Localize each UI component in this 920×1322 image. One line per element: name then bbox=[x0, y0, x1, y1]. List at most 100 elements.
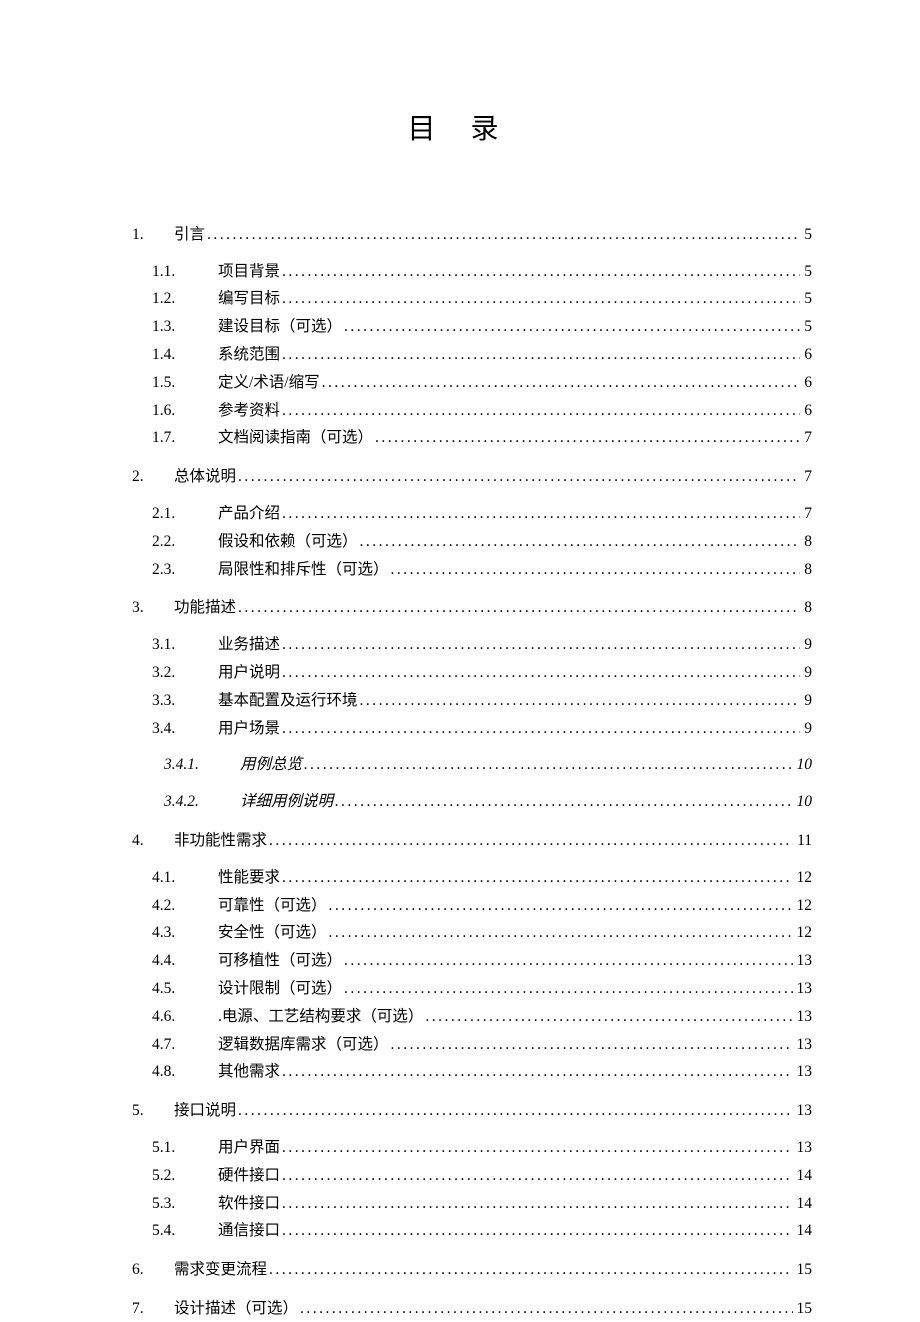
toc-entry-text: 接口说明 bbox=[174, 1099, 236, 1124]
toc-entry-text: 基本配置及运行环境 bbox=[218, 689, 358, 714]
toc-entry[interactable]: 2.1.产品介绍 7 bbox=[152, 502, 812, 527]
toc-entry-page: 8 bbox=[802, 596, 812, 621]
toc-entry-number: 2.1. bbox=[152, 502, 218, 527]
toc-entry-number: 1. bbox=[132, 223, 174, 248]
toc-entry[interactable]: 4.3.安全性（可选）12 bbox=[152, 921, 812, 946]
toc-entry[interactable]: 7.设计描述（可选）15 bbox=[132, 1297, 812, 1322]
toc-entry-page: 9 bbox=[802, 633, 812, 658]
toc-leader-dots bbox=[282, 1192, 792, 1217]
toc-entry-number: 4.5. bbox=[152, 977, 218, 1002]
toc-entry-page: 14 bbox=[795, 1219, 813, 1244]
toc-leader-dots bbox=[300, 1297, 792, 1322]
toc-leader-dots bbox=[304, 753, 792, 778]
toc-entry[interactable]: 4.4.可移植性（可选）13 bbox=[152, 949, 812, 974]
toc-entry[interactable]: 1.4.系统范围6 bbox=[152, 343, 812, 368]
toc-entry-text: 建设目标（可选） bbox=[218, 315, 342, 340]
toc-entry[interactable]: 4.非功能性需求11 bbox=[132, 829, 812, 854]
toc-entry[interactable]: 3.4.用户场景9 bbox=[152, 717, 812, 742]
toc-entry-text: 假设和依赖（可选） bbox=[218, 530, 358, 555]
toc-entry-text: 编写目标 bbox=[218, 287, 280, 312]
toc-entry[interactable]: 4.8.其他需求13 bbox=[152, 1060, 812, 1085]
toc-entry-number: 5.1. bbox=[152, 1136, 218, 1161]
toc-entry-page: 7 bbox=[802, 465, 812, 490]
toc-entry-page: 9 bbox=[802, 689, 812, 714]
toc-entry-text: 用例总览 bbox=[240, 753, 302, 778]
toc-entry-number: 1.1. bbox=[152, 260, 218, 285]
toc-entry-page: 12 bbox=[795, 894, 813, 919]
toc-entry-number: 4.8. bbox=[152, 1060, 218, 1085]
toc-entry-page: 12 bbox=[795, 921, 813, 946]
toc-entry[interactable]: 2.2.假设和依赖（可选）8 bbox=[152, 530, 812, 555]
toc-entry[interactable]: 1.1.项目背景 5 bbox=[152, 260, 812, 285]
toc-entry-number: 2.3. bbox=[152, 558, 218, 583]
toc-leader-dots bbox=[282, 717, 800, 742]
toc-entry[interactable]: 5.接口说明13 bbox=[132, 1099, 812, 1124]
toc-leader-dots bbox=[391, 558, 801, 583]
toc-entry[interactable]: 3.功能描述8 bbox=[132, 596, 812, 621]
toc-entry-number: 1.3. bbox=[152, 315, 218, 340]
toc-leader-dots bbox=[282, 1060, 792, 1085]
toc-entry[interactable]: 1.2.编写目标5 bbox=[152, 287, 812, 312]
toc-leader-dots bbox=[360, 530, 801, 555]
toc-entry-text: 项目背景 bbox=[218, 260, 280, 285]
toc-leader-dots bbox=[391, 1033, 793, 1058]
toc-entry[interactable]: 1.7.文档阅读指南（可选）7 bbox=[152, 426, 812, 451]
toc-entry-text: 通信接口 bbox=[218, 1219, 280, 1244]
toc-entry-text: 设计描述（可选） bbox=[174, 1297, 298, 1322]
toc-entry-text: 安全性（可选） bbox=[218, 921, 327, 946]
toc-entry[interactable]: 1.6.参考资料6 bbox=[152, 399, 812, 424]
toc-entry-page: 5 bbox=[802, 260, 812, 285]
toc-entry-page: 13 bbox=[795, 1033, 813, 1058]
toc-entry[interactable]: 5.4.通信接口14 bbox=[152, 1219, 812, 1244]
toc-entry-page: 13 bbox=[795, 1060, 813, 1085]
toc-entry-page: 7 bbox=[802, 502, 812, 527]
toc-leader-dots bbox=[282, 260, 800, 285]
toc-leader-dots bbox=[344, 315, 800, 340]
toc-leader-dots bbox=[238, 1099, 792, 1124]
toc-leader-dots bbox=[282, 661, 800, 686]
toc-leader-dots bbox=[375, 426, 800, 451]
toc-leader-dots bbox=[282, 343, 800, 368]
toc-entry[interactable]: 5.3.软件接口14 bbox=[152, 1192, 812, 1217]
toc-entry[interactable]: 3.2.用户说明9 bbox=[152, 661, 812, 686]
toc-leader-dots bbox=[322, 371, 801, 396]
toc-entry-number: 3.1. bbox=[152, 633, 218, 658]
toc-entry-number: 2. bbox=[132, 465, 174, 490]
toc-entry-number: 4.2. bbox=[152, 894, 218, 919]
toc-entry[interactable]: 3.3.基本配置及运行环境 9 bbox=[152, 689, 812, 714]
toc-leader-dots bbox=[282, 287, 800, 312]
toc-entry-number: 3.4. bbox=[152, 717, 218, 742]
toc-entry[interactable]: 1.5.定义/术语/缩写 6 bbox=[152, 371, 812, 396]
toc-entry[interactable]: 3.4.2.详细用例说明10 bbox=[164, 790, 812, 815]
toc-leader-dots bbox=[282, 399, 800, 424]
toc-entry[interactable]: 2.3.局限性和排斥性（可选）8 bbox=[152, 558, 812, 583]
toc-leader-dots bbox=[329, 894, 793, 919]
toc-entry[interactable]: 4.1.性能要求12 bbox=[152, 866, 812, 891]
toc-entry-page: 13 bbox=[795, 1136, 813, 1161]
toc-entry-text: 硬件接口 bbox=[218, 1164, 280, 1189]
toc-entry-page: 11 bbox=[795, 829, 812, 854]
toc-entry-text: 可靠性（可选） bbox=[218, 894, 327, 919]
toc-entry[interactable]: 2.总体说明7 bbox=[132, 465, 812, 490]
toc-entry[interactable]: 1.引言5 bbox=[132, 223, 812, 248]
toc-entry[interactable]: 4.5.设计限制（可选）13 bbox=[152, 977, 812, 1002]
toc-entry-number: 3.3. bbox=[152, 689, 218, 714]
toc-entry[interactable]: 4.2.可靠性（可选） 12 bbox=[152, 894, 812, 919]
toc-entry[interactable]: 1.3.建设目标（可选）5 bbox=[152, 315, 812, 340]
toc-entry[interactable]: 5.1.用户界面 13 bbox=[152, 1136, 812, 1161]
toc-entry[interactable]: 4.7.逻辑数据库需求（可选）13 bbox=[152, 1033, 812, 1058]
toc-leader-dots bbox=[207, 223, 800, 248]
toc-entry[interactable]: 4.6..电源、工艺结构要求（可选） 13 bbox=[152, 1005, 812, 1030]
toc-entry[interactable]: 5.2.硬件接口14 bbox=[152, 1164, 812, 1189]
toc-entry-text: 用户界面 bbox=[218, 1136, 280, 1161]
toc-entry-page: 9 bbox=[802, 717, 812, 742]
toc-entry[interactable]: 3.4.1.用例总览10 bbox=[164, 753, 812, 778]
toc-entry[interactable]: 3.1.业务描述9 bbox=[152, 633, 812, 658]
toc-entry-number: 4.6. bbox=[152, 1005, 218, 1030]
toc-entry-page: 5 bbox=[802, 287, 812, 312]
toc-entry-text: 产品介绍 bbox=[218, 502, 280, 527]
toc-entry-page: 15 bbox=[795, 1258, 813, 1283]
toc-entry[interactable]: 6.需求变更流程15 bbox=[132, 1258, 812, 1283]
toc-entry-page: 6 bbox=[802, 343, 812, 368]
toc-list: 1.引言5 1.1.项目背景 5 1. 2. 编写目标 5 1.3.建设目标（可选）5 1.4.… bbox=[108, 223, 812, 1322]
